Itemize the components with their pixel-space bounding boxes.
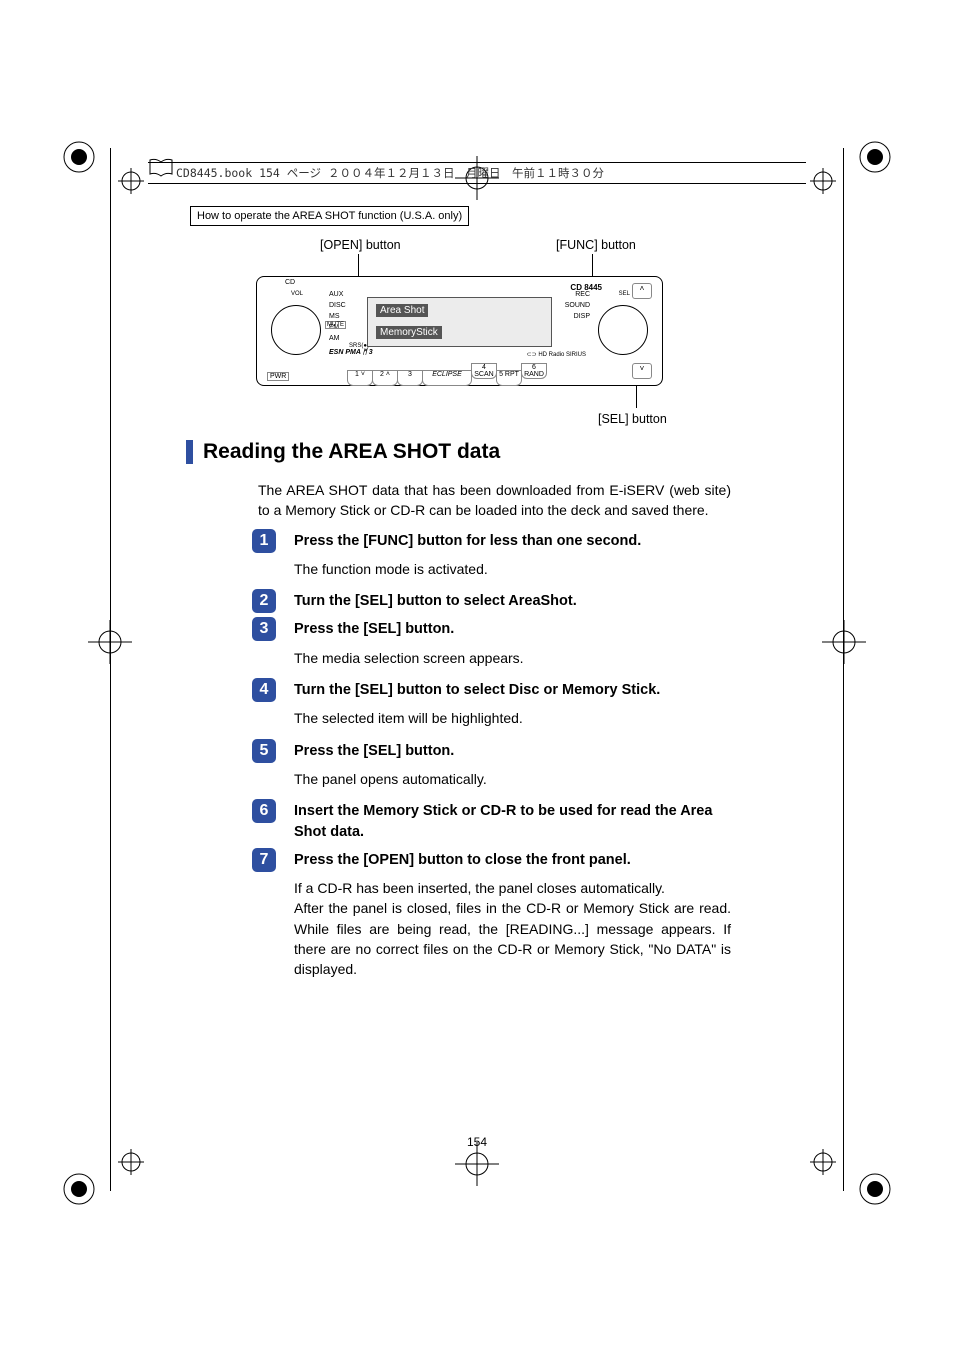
sel-label: SEL [619,291,630,297]
crosshair-icon [810,168,836,194]
step-title: Press the [OPEN] button to close the fro… [294,850,731,870]
screen-line2: MemoryStick [376,326,442,339]
book-header: CD8445.book 154 ページ ２００４年１２月１３日 月曜日 午前１１… [148,162,806,184]
step: 7Press the [OPEN] button to close the fr… [258,848,731,980]
right-labels: REC SOUND DISP [565,289,590,322]
step-title: Press the [SEL] button. [294,741,731,761]
vol-label: VOL [291,291,303,297]
registration-mark-icon [858,1172,892,1206]
logos: ⊂⊃ HD Radio SIRIUS [527,351,586,358]
callout-sel: [SEL] button [598,412,667,426]
section-header: How to operate the AREA SHOT function (U… [190,206,469,226]
crosshair-icon [118,168,144,194]
step: 5Press the [SEL] button.The panel opens … [258,739,731,790]
callout-func: [FUNC] button [556,238,636,252]
step-number: 7 [252,848,276,872]
callout-open: [OPEN] button [320,238,401,252]
crop-line [843,148,844,1191]
step-number: 6 [252,799,276,823]
crosshair-icon [88,620,132,664]
step-number: 3 [252,617,276,641]
up-button-icon: ˄ [632,283,652,299]
step: 6Insert the Memory Stick or CD-R to be u… [258,799,731,842]
step-body: The panel opens automatically. [294,769,731,789]
device-illustration: CD VOL AUX DISC MS FM AM MUTE SRS(●) ESN… [256,276,663,386]
step-body: The function mode is activated. [294,559,731,579]
registration-mark-icon [858,140,892,174]
device-screen: Area Shot MemoryStick [367,297,552,347]
page-heading: Reading the AREA SHOT data [186,440,731,464]
step-title: Press the [FUNC] button for less than on… [294,531,731,551]
crosshair-icon [810,1149,836,1175]
step-title: Turn the [SEL] button to select Disc or … [294,680,731,700]
registration-mark-icon [62,1172,96,1206]
button-row: 1 ˅2 ˄3ECLIPSE4 SCAN5 RPT6 RAND [347,363,572,381]
step-body: If a CD-R has been inserted, the panel c… [294,878,731,979]
mute-label: MUTE [325,321,346,329]
crosshair-icon [118,1149,144,1175]
cd-label: CD [285,279,295,286]
step-title: Insert the Memory Stick or CD-R to be us… [294,801,731,842]
left-labels: AUX DISC MS FM AM [329,289,346,344]
step-body: The media selection screen appears. [294,648,731,668]
step-title: Press the [SEL] button. [294,619,731,639]
page-number: 154 [0,1135,954,1149]
step: 2Turn the [SEL] button to select AreaSho… [258,589,731,611]
device-diagram: [OPEN] button [FUNC] button CD VOL AUX D… [186,236,731,426]
step-number: 2 [252,589,276,613]
step-title: Turn the [SEL] button to select AreaShot… [294,591,731,611]
pwr-label: PWR [267,372,289,381]
down-button-icon: ˅ [632,363,652,379]
step: 3Press the [SEL] button.The media select… [258,617,731,668]
step-body: The selected item will be highlighted. [294,708,731,728]
step-number: 5 [252,739,276,763]
intro-text: The AREA SHOT data that has been downloa… [258,480,731,521]
crosshair-icon [822,620,866,664]
esn-label: ESN PMA ᛗ 3 [329,349,373,356]
crop-line [110,148,111,1191]
step: 1Press the [FUNC] button for less than o… [258,529,731,580]
step-number: 4 [252,678,276,702]
step: 4Turn the [SEL] button to select Disc or… [258,678,731,729]
volume-dial-icon [271,305,321,355]
screen-line1: Area Shot [376,304,428,317]
sel-dial-icon [598,305,648,355]
step-number: 1 [252,529,276,553]
registration-mark-icon [62,140,96,174]
